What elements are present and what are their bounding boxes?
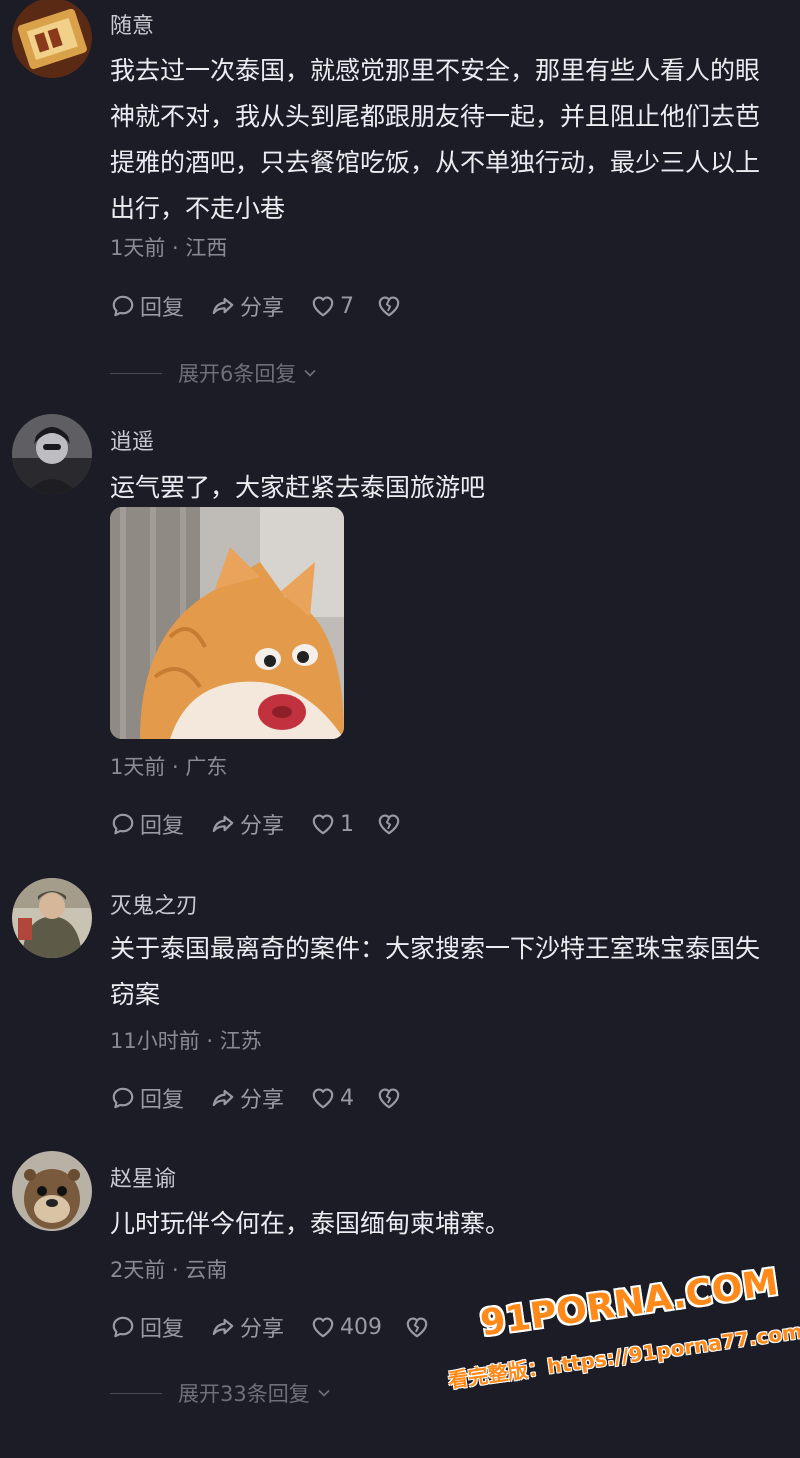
comment-actions: 回复 分享 409 bbox=[110, 1311, 434, 1343]
expand-replies[interactable]: 展开6条回复 bbox=[110, 358, 320, 388]
comment-meta: 1天前 · 江西 bbox=[110, 236, 228, 260]
like-count: 409 bbox=[340, 1314, 383, 1340]
divider bbox=[110, 1392, 162, 1394]
dislike-button[interactable] bbox=[376, 293, 406, 319]
comment-actions: 回复 分享 7 bbox=[110, 290, 406, 322]
comment-text: 儿时玩伴今何在，泰国缅甸柬埔寨。 bbox=[110, 1209, 511, 1238]
reply-label: 回复 bbox=[140, 814, 185, 839]
username[interactable]: 赵星谕 bbox=[110, 1161, 176, 1193]
username[interactable]: 逍遥 bbox=[110, 424, 154, 456]
like-button[interactable]: 409 bbox=[310, 1314, 382, 1340]
comment-bubble-icon bbox=[112, 1087, 134, 1109]
username[interactable]: 随意 bbox=[110, 8, 154, 40]
chevron-down-icon bbox=[318, 1389, 330, 1397]
share-arrow-icon bbox=[212, 1089, 234, 1107]
watermark: 91PORNA.COM 看完整版：https://91porna77.com bbox=[438, 1262, 800, 1457]
expand-label: 展开6条回复 bbox=[178, 362, 297, 386]
comment-text: 我去过一次泰国，就感觉那里不安全，那里有些人看人的眼神就不对，我从头到尾都跟朋友… bbox=[110, 56, 761, 223]
heart-icon bbox=[312, 814, 334, 835]
expand-replies[interactable]: 展开33条回复 bbox=[110, 1378, 334, 1408]
reply-button[interactable]: 回复 bbox=[110, 1082, 184, 1114]
reply-label: 回复 bbox=[140, 1317, 185, 1342]
dislike-button[interactable] bbox=[404, 1314, 434, 1340]
broken-heart-icon bbox=[378, 814, 400, 835]
like-count: 1 bbox=[340, 811, 355, 837]
share-label: 分享 bbox=[240, 1088, 285, 1113]
broken-heart-icon bbox=[406, 1317, 428, 1338]
username[interactable]: 灭鬼之刃 bbox=[110, 888, 198, 920]
broken-heart-icon bbox=[378, 1088, 400, 1109]
reply-label: 回复 bbox=[140, 1088, 185, 1113]
comment-actions: 回复 分享 4 bbox=[110, 1082, 406, 1114]
avatar[interactable] bbox=[12, 1151, 92, 1231]
share-button[interactable]: 分享 bbox=[210, 808, 284, 840]
broken-heart-icon bbox=[378, 296, 400, 317]
avatar[interactable] bbox=[12, 878, 92, 958]
reply-button[interactable]: 回复 bbox=[110, 290, 184, 322]
like-button[interactable]: 7 bbox=[310, 293, 354, 319]
comment-meta: 2天前 · 云南 bbox=[110, 1258, 228, 1282]
share-label: 分享 bbox=[240, 1317, 285, 1342]
comment-actions: 回复 分享 1 bbox=[110, 808, 406, 840]
heart-icon bbox=[312, 1088, 334, 1109]
dislike-button[interactable] bbox=[376, 1085, 406, 1111]
comment-image[interactable] bbox=[110, 507, 344, 739]
comment-meta: 1天前 · 广东 bbox=[110, 755, 228, 779]
comment-text: 关于泰国最离奇的案件：大家搜索一下沙特王室珠宝泰国失窃案 bbox=[110, 934, 761, 1009]
share-arrow-icon bbox=[212, 297, 234, 315]
comment-meta: 11小时前 · 江苏 bbox=[110, 1029, 262, 1053]
reply-button[interactable]: 回复 bbox=[110, 808, 184, 840]
heart-icon bbox=[312, 1317, 334, 1338]
dislike-button[interactable] bbox=[376, 811, 406, 837]
reply-label: 回复 bbox=[140, 296, 185, 321]
like-count: 7 bbox=[340, 293, 355, 319]
like-count: 4 bbox=[340, 1085, 355, 1111]
like-button[interactable]: 4 bbox=[310, 1085, 354, 1111]
avatar[interactable] bbox=[12, 0, 92, 78]
comment-bubble-icon bbox=[112, 295, 134, 317]
share-button[interactable]: 分享 bbox=[210, 1311, 284, 1343]
chevron-down-icon bbox=[304, 369, 316, 377]
share-button[interactable]: 分享 bbox=[210, 290, 284, 322]
share-label: 分享 bbox=[240, 296, 285, 321]
comment-text: 运气罢了，大家赶紧去泰国旅游吧 bbox=[110, 473, 486, 502]
share-arrow-icon bbox=[212, 815, 234, 833]
heart-icon bbox=[312, 296, 334, 317]
reply-button[interactable]: 回复 bbox=[110, 1311, 184, 1343]
like-button[interactable]: 1 bbox=[310, 811, 354, 837]
avatar[interactable] bbox=[12, 414, 92, 494]
divider bbox=[110, 372, 162, 374]
expand-label: 展开33条回复 bbox=[178, 1382, 310, 1406]
comment-bubble-icon bbox=[112, 1316, 134, 1338]
comment-bubble-icon bbox=[112, 813, 134, 835]
share-arrow-icon bbox=[212, 1318, 234, 1336]
share-label: 分享 bbox=[240, 814, 285, 839]
share-button[interactable]: 分享 bbox=[210, 1082, 284, 1114]
